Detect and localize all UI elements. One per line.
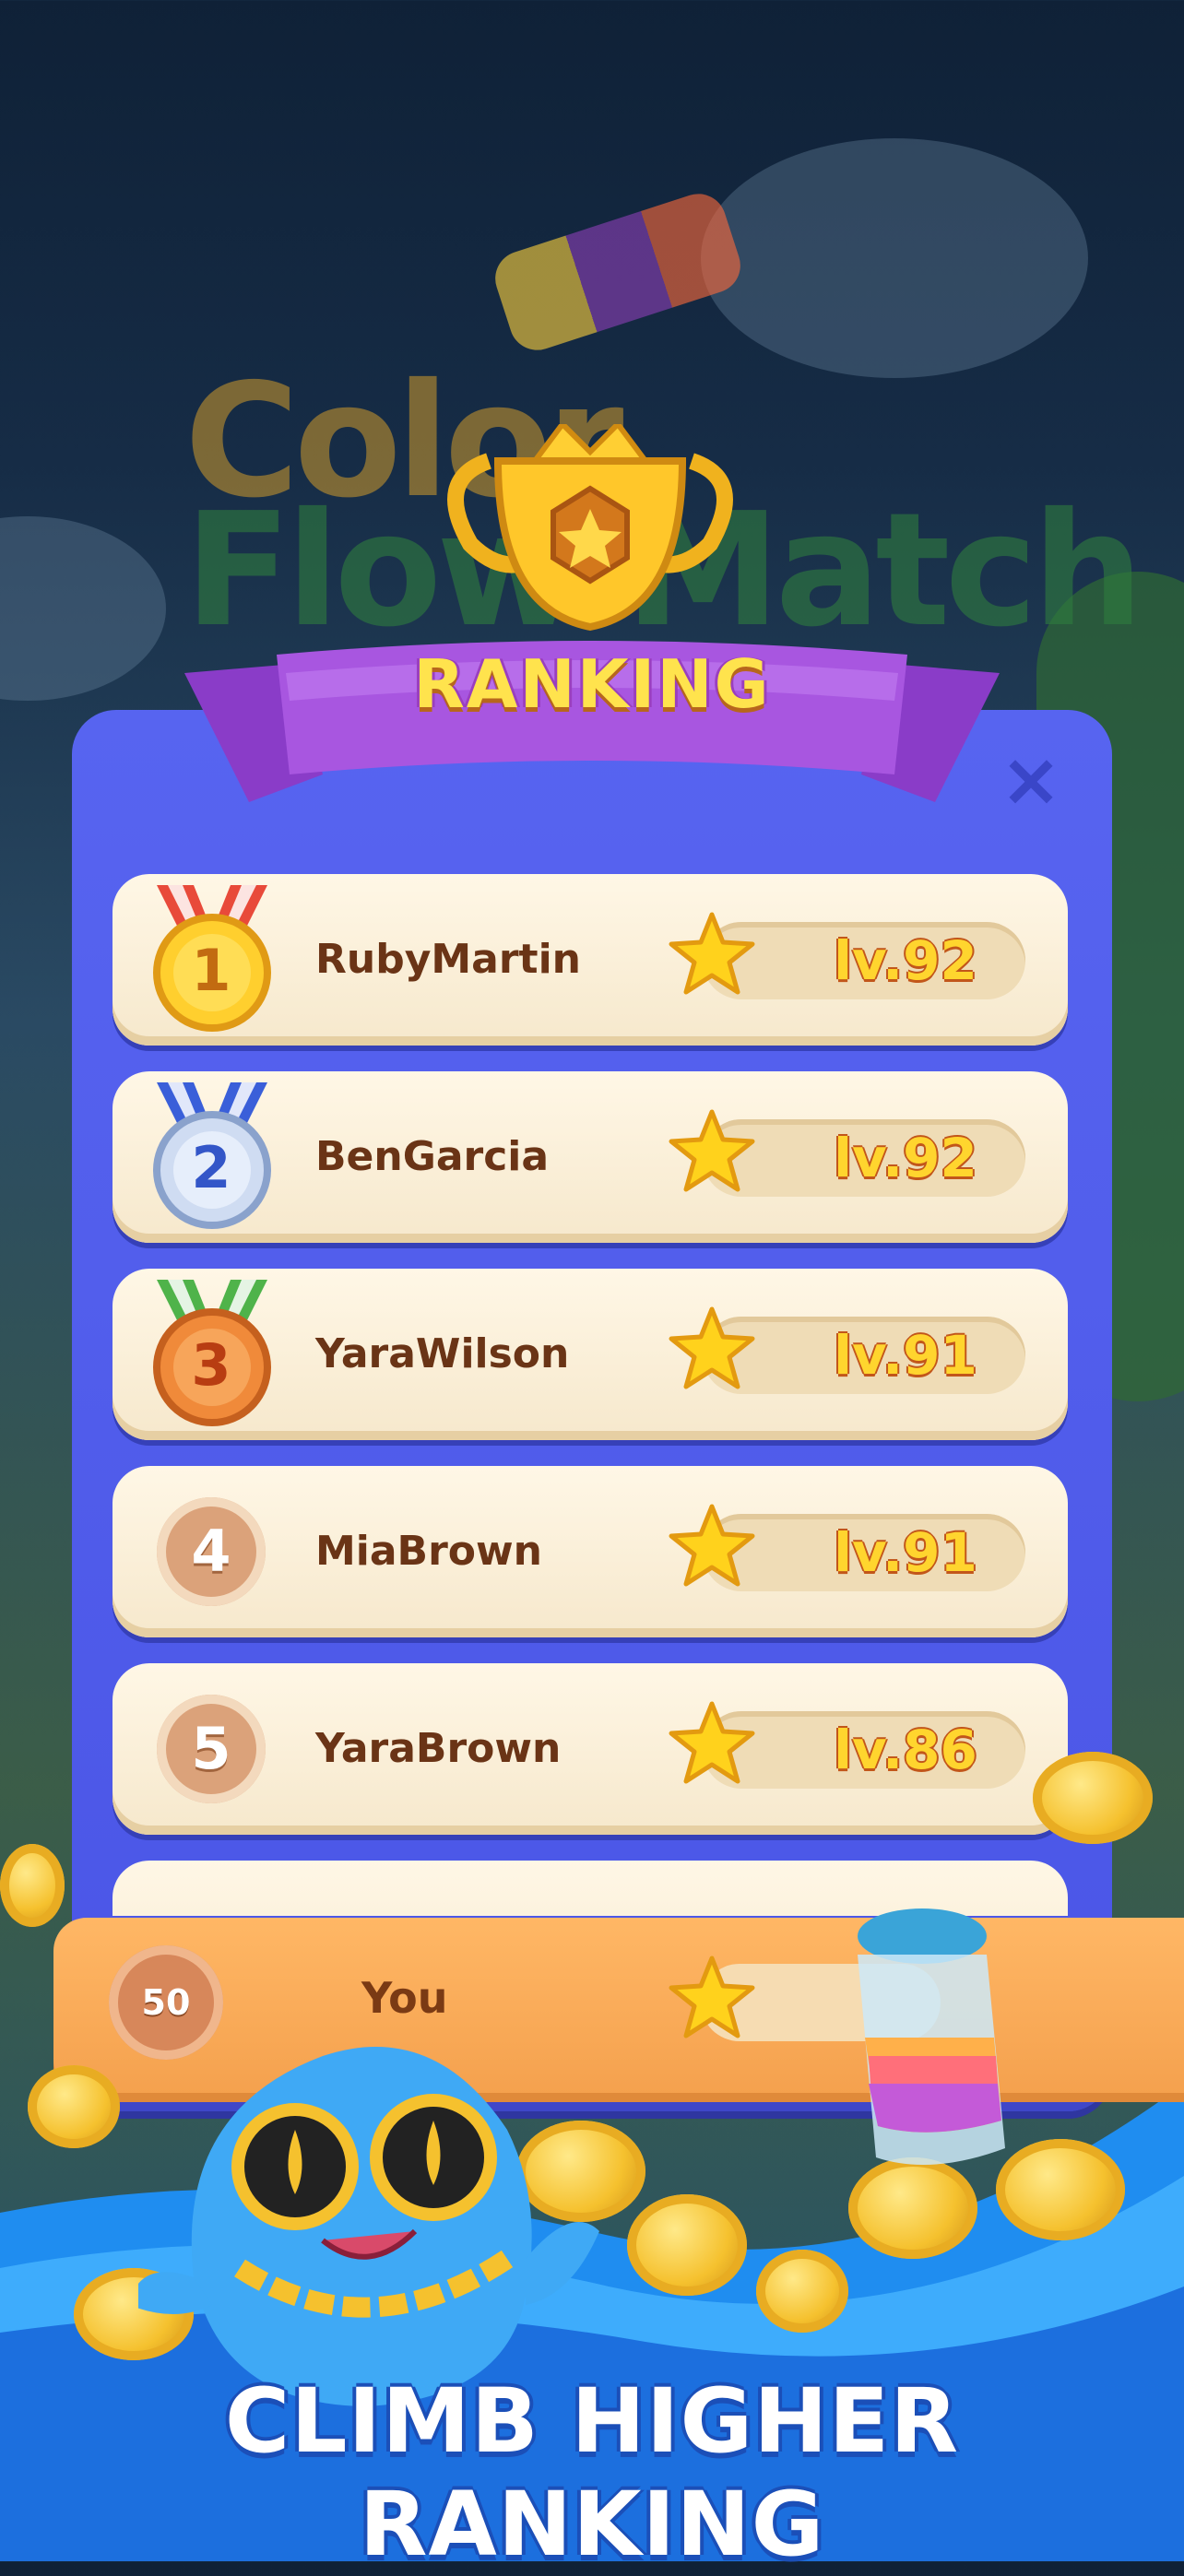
leaderboard-row[interactable]: 5 YaraBrown lv.86 (112, 1663, 1068, 1835)
color-jar-decoration (858, 1908, 1005, 2165)
star-icon (669, 1504, 755, 1587)
star-icon (669, 912, 755, 995)
pouring-bottle-decoration (488, 186, 748, 358)
player-name: YaraBrown (315, 1725, 562, 1772)
leaderboard-row[interactable]: 1 RubyMartin lv.92 (112, 874, 1068, 1046)
close-button[interactable]: × (994, 743, 1068, 817)
close-icon: × (1000, 737, 1062, 822)
star-icon (669, 1306, 755, 1389)
leaderboard-row[interactable]: 3 YaraWilson lv.91 (112, 1269, 1068, 1440)
player-name: YaraWilson (315, 1330, 570, 1377)
rank-number: 5 (157, 1695, 266, 1803)
level-value: lv.86 (834, 1719, 977, 1781)
rank-number: 1 (191, 937, 231, 1004)
rank-number: 2 (191, 1134, 231, 1201)
star-icon (669, 1701, 755, 1784)
player-name: BenGarcia (315, 1133, 550, 1180)
gold-coin-decoration (756, 2250, 848, 2333)
gold-coin-decoration (627, 2194, 747, 2296)
level-value: lv.92 (834, 929, 977, 992)
level-value: lv.91 (834, 1521, 977, 1584)
mascot-character (138, 2047, 599, 2406)
star-icon (669, 1956, 755, 2038)
rank-number: 4 (157, 1497, 266, 1606)
leaderboard-row[interactable]: 4 MiaBrown lv.91 (112, 1466, 1068, 1637)
background-cloud (0, 516, 166, 701)
gold-coin-decoration (0, 1844, 65, 1927)
leaderboard-row[interactable]: 2 BenGarcia lv.92 (112, 1071, 1068, 1243)
gold-coin-decoration (28, 2065, 120, 2148)
rank-number: 3 (191, 1331, 231, 1399)
player-name: RubyMartin (315, 936, 581, 983)
background-cloud (701, 138, 1088, 378)
ranking-title: RANKING (413, 645, 771, 723)
level-value: lv.91 (834, 1324, 977, 1387)
star-icon (669, 1109, 755, 1192)
player-name: MiaBrown (315, 1528, 542, 1575)
leaderboard-list[interactable]: 1 RubyMartin lv.92 2 BenGarcia lv.92 3 Y… (112, 874, 1068, 1916)
trophy-icon (447, 424, 733, 632)
gold-coin-decoration (1033, 1752, 1153, 1844)
promo-banner: CLIMB HIGHER RANKING (224, 2369, 960, 2576)
level-value: lv.92 (834, 1127, 977, 1189)
